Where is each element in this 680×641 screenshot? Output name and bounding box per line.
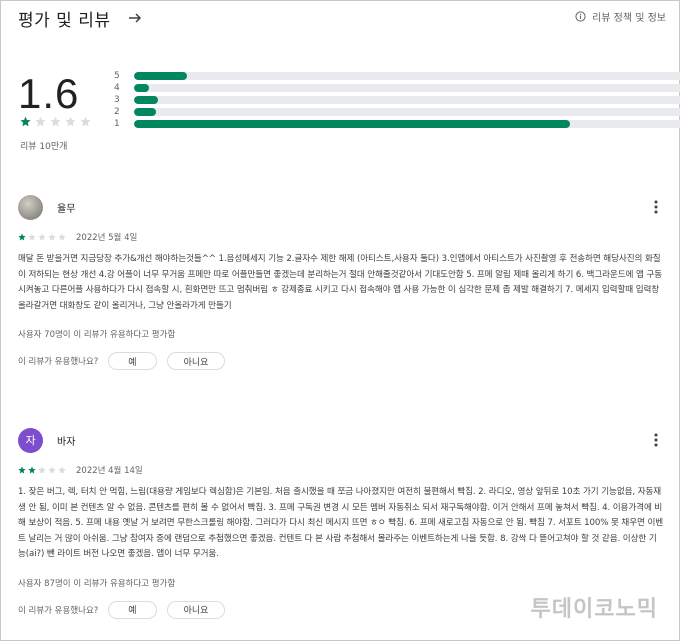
more-vert-icon[interactable] (648, 199, 664, 215)
reviewer-name: 율무 (57, 203, 76, 215)
rating-bar-row: 1 (114, 118, 680, 130)
star-empty-icon (38, 233, 46, 241)
star-empty-icon (58, 233, 66, 241)
arrow-right-icon[interactable] (127, 10, 143, 26)
rating-bar-label: 5 (114, 71, 120, 81)
review-header: 율무 (18, 193, 664, 221)
review-text: 매달 돈 받을거면 지금당장 추가&개선 해야하는것들^^ 1.음성메세지 기능… (18, 254, 663, 311)
helpful-yes-button[interactable]: 예 (108, 600, 157, 619)
rating-bar-row: 4 (114, 82, 680, 94)
review-card: 율무 2022년 5월 4일 매달 돈 받을거면 지금당장 추가&개선 해야하는… (18, 193, 664, 371)
star-empty-icon (38, 466, 46, 474)
helpful-no-button[interactable]: 아니요 (166, 600, 226, 619)
helpful-yes-button[interactable]: 예 (108, 352, 157, 371)
star-empty-icon (28, 233, 36, 241)
review-policy-label: 리뷰 정책 및 정보 (592, 13, 666, 24)
avatar (18, 194, 43, 220)
rating-bar-row: 3 (114, 94, 680, 106)
rating-bar-fill (134, 108, 157, 116)
review-date: 2022년 4월 14일 (76, 466, 143, 476)
review-date: 2022년 5월 4일 (76, 233, 138, 243)
rating-bar-label: 2 (114, 107, 120, 117)
reviewer-name: 바자 (57, 436, 76, 448)
helpful-count: 사용자 87명이 이 리뷰가 유용하다고 평가함 (18, 578, 176, 589)
star-filled-icon (20, 116, 31, 127)
rating-distribution: 5 4 3 2 1 (114, 70, 680, 130)
star-empty-icon (80, 116, 91, 127)
rating-bar-fill (134, 72, 187, 80)
rating-bar-row: 2 (114, 106, 680, 118)
review-stars (18, 466, 66, 474)
helpful-count: 사용자 70명이 이 리뷰가 유용하다고 평가함 (18, 330, 176, 341)
star-filled-icon (18, 466, 26, 474)
review-count: 리뷰 10만개 (20, 142, 68, 152)
watermark-text: 투데이코노믹 (530, 597, 658, 622)
star-empty-icon (58, 466, 66, 474)
more-vert-icon[interactable] (648, 432, 664, 448)
rating-bar-fill (134, 120, 570, 128)
review-text: 1. 잦은 버그, 렉, 터치 안 먹힘, 느림(대용량 게임보다 렉심함)은 … (18, 487, 664, 560)
star-empty-icon (48, 233, 56, 241)
rating-bar-label: 4 (114, 83, 120, 93)
rating-bar-fill (134, 84, 149, 92)
star-empty-icon (65, 116, 76, 127)
rating-bar-track (134, 120, 680, 128)
review-header: 자 바자 (18, 426, 664, 454)
rating-stars (20, 116, 91, 127)
review-policy-link[interactable]: 리뷰 정책 및 정보 (575, 9, 666, 24)
rating-summary: 1.6 리뷰 10만개 5 4 3 2 1 (18, 70, 680, 160)
rating-bar-track (134, 72, 680, 80)
star-filled-icon (28, 466, 36, 474)
star-empty-icon (35, 116, 46, 127)
helpful-no-button[interactable]: 아니요 (166, 352, 226, 371)
rating-bar-track (134, 84, 680, 92)
rating-bar-track (134, 96, 680, 104)
helpful-question: 이 리뷰가 유용했나요? (18, 357, 99, 368)
rating-bar-row: 5 (114, 70, 680, 82)
rating-bar-label: 1 (114, 119, 120, 129)
section-title: 평가 및 리뷰 (18, 10, 111, 31)
watermark-logo: 투데이코노믹 (531, 591, 658, 623)
review-stars (18, 233, 66, 241)
rating-bar-track (134, 108, 680, 116)
rating-bar-label: 3 (114, 95, 120, 105)
review-meta: 2022년 4월 14일 (18, 464, 664, 476)
info-icon (575, 11, 586, 22)
review-meta: 2022년 5월 4일 (18, 231, 664, 243)
ratings-header: 평가 및 리뷰 리뷰 정책 및 정보 (18, 6, 666, 31)
avatar: 자 (18, 427, 43, 453)
star-empty-icon (48, 466, 56, 474)
average-rating: 1.6 (18, 70, 80, 117)
rating-bar-fill (134, 96, 159, 104)
star-empty-icon (50, 116, 61, 127)
star-filled-icon (18, 233, 26, 241)
helpful-question: 이 리뷰가 유용했나요? (18, 605, 99, 616)
helpful-prompt: 이 리뷰가 유용했나요? 예 아니요 (18, 352, 664, 371)
